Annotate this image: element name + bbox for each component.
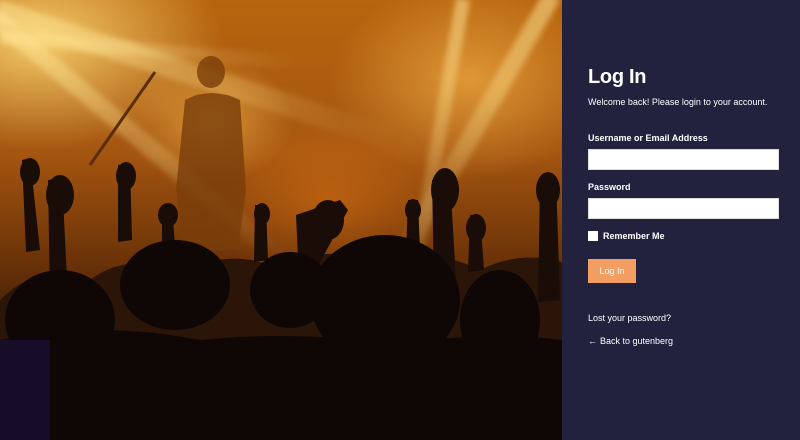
username-field[interactable] <box>588 149 779 170</box>
remember-me-row: Remember Me <box>588 231 665 241</box>
login-page: Log In Welcome back! Please login to you… <box>0 0 800 440</box>
arrow-left-icon: ← <box>588 336 597 346</box>
welcome-message: Welcome back! Please login to your accou… <box>588 97 768 107</box>
back-to-site-link[interactable]: ← Back to gutenberg <box>588 336 673 346</box>
password-label: Password <box>588 182 631 192</box>
lost-password-link[interactable]: Lost your password? <box>588 313 671 323</box>
remember-me-label[interactable]: Remember Me <box>603 231 665 241</box>
performer-silhouette <box>176 56 246 250</box>
crowd-silhouette <box>0 56 562 440</box>
login-button[interactable]: Log In <box>588 259 636 283</box>
back-to-site-label: Back to gutenberg <box>600 336 674 346</box>
blue-light-spill <box>0 340 50 440</box>
login-panel: Log In Welcome back! Please login to you… <box>562 0 800 440</box>
password-field[interactable] <box>588 198 779 219</box>
username-label: Username or Email Address <box>588 133 708 143</box>
hero-image <box>0 0 562 440</box>
page-title: Log In <box>588 66 647 88</box>
remember-me-checkbox[interactable] <box>588 231 598 241</box>
mic-stand <box>88 71 157 166</box>
